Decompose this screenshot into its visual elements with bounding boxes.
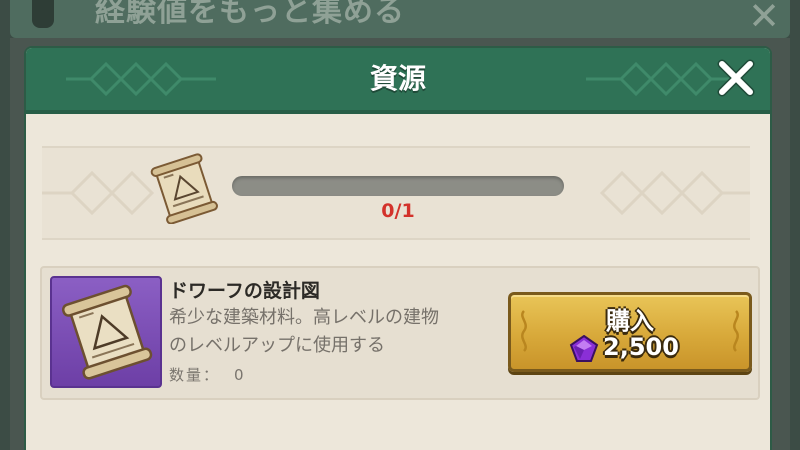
buy-button[interactable]: 購入 2,500 [508, 292, 752, 372]
item-quantity: 数量： 0 [169, 364, 244, 385]
close-icon [717, 59, 755, 97]
resource-dialog: 資源 0/1 ドワーフの設計図 希少な建築材料。高レベルの建物 のレベルアップに… [26, 48, 770, 450]
background-close-icon: ✕ [748, 0, 780, 38]
background-title: 経験値をもっと集める [95, 0, 405, 29]
item-description-line2: のレベルアップに使用する [169, 335, 385, 356]
buy-price: 2,500 [603, 333, 679, 361]
quantity-value: 0 [234, 366, 244, 384]
buy-button-label: 購入 [606, 307, 654, 335]
blueprint-scroll-icon [150, 153, 218, 224]
item-description-line1: 希少な建築材料。高レベルの建物 [169, 307, 439, 328]
progress-count: 0/1 [381, 200, 415, 222]
purple-gem-icon [569, 335, 599, 362]
close-button[interactable] [714, 56, 758, 100]
item-thumbnail [50, 276, 162, 388]
dialog-header: 資源 [26, 48, 770, 114]
item-description: 希少な建築材料。高レベルの建物 のレベルアップに使用する [169, 304, 519, 360]
quantity-label: 数量： [169, 366, 221, 384]
background-handle [32, 0, 54, 28]
blueprint-scroll-icon [61, 284, 153, 380]
item-name: ドワーフの設計図 [169, 280, 320, 302]
progress-bar [232, 176, 564, 196]
item-card: ドワーフの設計図 希少な建築材料。高レベルの建物 のレベルアップに使用する 数量… [40, 266, 760, 400]
dialog-title: 資源 [369, 62, 426, 95]
